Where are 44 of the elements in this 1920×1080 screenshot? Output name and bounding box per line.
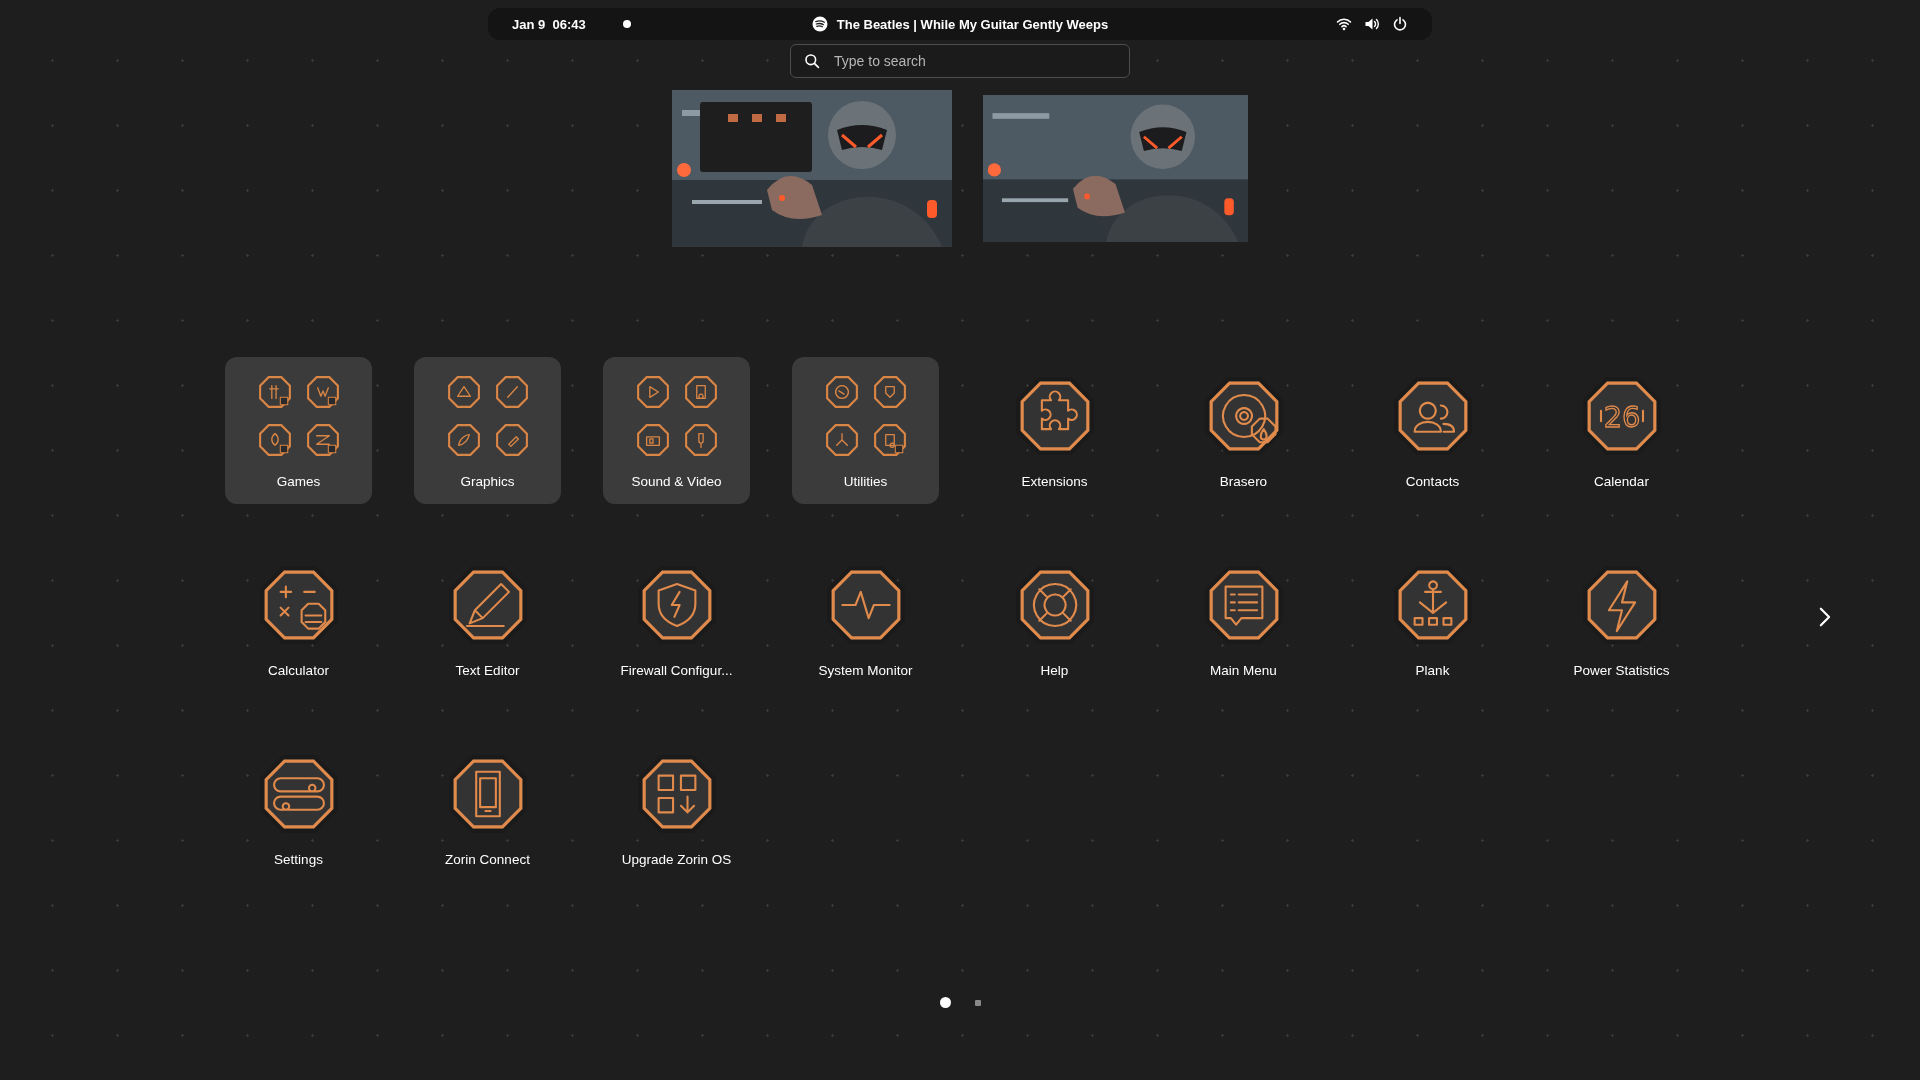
app-icon: [494, 375, 529, 409]
app-launcher[interactable]: 26 Calendar: [1548, 357, 1695, 504]
app-launcher[interactable]: Main Menu: [1170, 546, 1317, 693]
app-launcher[interactable]: Settings: [225, 735, 372, 882]
app-folder[interactable]: Sound & Video: [603, 357, 750, 504]
search-field[interactable]: Type to search: [790, 44, 1130, 78]
app-icon: [635, 423, 670, 457]
app-launcher[interactable]: Calculator: [225, 546, 372, 693]
app-launcher[interactable]: Power Statistics: [1548, 546, 1695, 693]
app-launcher[interactable]: Plank: [1359, 546, 1506, 693]
app-icon: [683, 375, 718, 409]
app-launcher[interactable]: Help: [981, 546, 1128, 693]
app-icon: [635, 375, 670, 409]
app-icon: [446, 375, 481, 409]
wifi-icon[interactable]: [1336, 16, 1352, 32]
music-app-icon: [811, 16, 828, 32]
app-launcher[interactable]: Firewall Configur...: [603, 546, 750, 693]
app-icon: [305, 375, 340, 409]
app-icon: [257, 375, 292, 409]
app-folder[interactable]: Utilities: [792, 357, 939, 504]
app-icon: [257, 423, 292, 457]
volume-icon[interactable]: [1364, 16, 1380, 32]
app-icon: [872, 423, 907, 457]
app-launcher[interactable]: Upgrade Zorin OS: [603, 735, 750, 882]
page-indicator[interactable]: [939, 997, 951, 1008]
app-launcher[interactable]: Text Editor: [414, 546, 561, 693]
app-icon: [494, 423, 529, 457]
app-icon: [824, 375, 859, 409]
app-launcher[interactable]: Extensions: [981, 357, 1128, 504]
app-icon: [872, 375, 907, 409]
media-title[interactable]: The Beatles | While My Guitar Gently Weeps: [836, 16, 1109, 32]
app-folder[interactable]: Graphics: [414, 357, 561, 504]
app-icon: [683, 423, 718, 457]
app-launcher[interactable]: Brasero: [1170, 357, 1317, 504]
app-launcher[interactable]: System Monitor: [792, 546, 939, 693]
date-time[interactable]: Jan 9 06:43: [512, 16, 586, 32]
app-launcher[interactable]: Contacts: [1359, 357, 1506, 504]
app-folder[interactable]: Games: [225, 357, 372, 504]
app-icon: [446, 423, 481, 457]
power-icon[interactable]: [1392, 16, 1408, 32]
app-icon: [305, 423, 340, 457]
app-icon: [824, 423, 859, 457]
app-launcher[interactable]: Zorin Connect: [414, 735, 561, 882]
next-page-icon[interactable]: [1817, 606, 1832, 628]
